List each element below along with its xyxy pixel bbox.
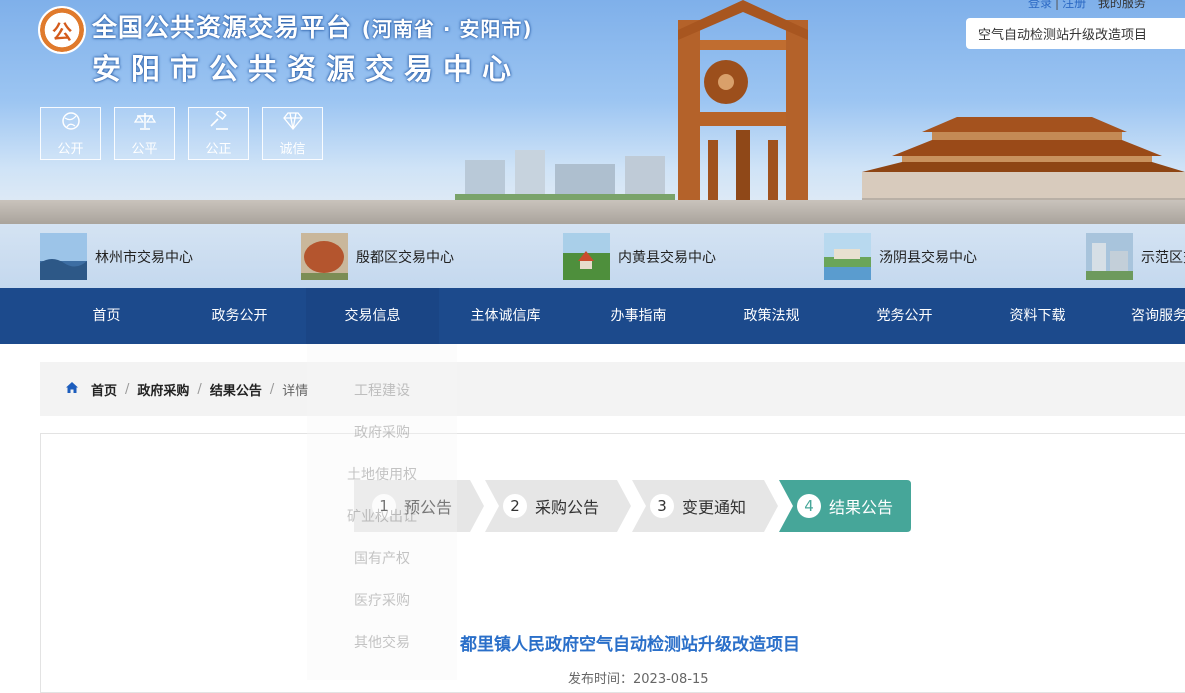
nav-consulting[interactable]: 咨询服务 xyxy=(1104,288,1185,344)
badge-just: 公正 xyxy=(188,107,249,160)
center-title: 安阳市公共资源交易中心 xyxy=(92,52,522,86)
logo-glyph: 公 xyxy=(52,19,72,44)
login-link[interactable]: 登录 xyxy=(1028,0,1052,10)
center-link-tangyin[interactable]: 汤阴县交易中心 xyxy=(824,233,977,280)
center-name: 殷都区交易中心 xyxy=(356,249,454,266)
badge-label: 公平 xyxy=(131,141,158,157)
badge-open: 公开 xyxy=(40,107,101,160)
platform-title-region: (河南省 · 安阳市) xyxy=(361,17,533,41)
center-thumbnail xyxy=(563,233,610,280)
globe-icon xyxy=(61,111,81,136)
center-link-linzhou[interactable]: 林州市交易中心 xyxy=(40,233,193,280)
trade-info-dropdown: 工程建设 政府采购 土地使用权 矿业权出让 国有产权 医疗采购 其他交易 xyxy=(307,344,457,680)
badge-fair: 公平 xyxy=(114,107,175,160)
nav-credit-database[interactable]: 主体诚信库 xyxy=(439,288,572,344)
step-label: 采购公告 xyxy=(535,498,600,517)
breadcrumb-separator: / xyxy=(197,381,202,397)
center-name: 林州市交易中心 xyxy=(95,249,193,266)
badge-label: 诚信 xyxy=(279,141,306,157)
register-link[interactable]: 注册 xyxy=(1062,0,1086,10)
nav-party-affairs[interactable]: 党务公开 xyxy=(838,288,971,344)
step-change-notice[interactable]: 3 变更通知 xyxy=(632,480,778,532)
badge-label: 公正 xyxy=(205,141,232,157)
exhibition-hall-image xyxy=(862,112,1185,212)
dropdown-item-land-rights[interactable]: 土地使用权 xyxy=(307,464,457,484)
platform-logo[interactable]: 公 xyxy=(38,6,86,54)
dropdown-item-other[interactable]: 其他交易 xyxy=(307,632,457,652)
login-separator: | xyxy=(1055,0,1060,10)
breadcrumb-result[interactable]: 结果公告 xyxy=(210,380,262,399)
dropdown-item-medical-procurement[interactable]: 医疗采购 xyxy=(307,590,457,610)
gavel-icon xyxy=(208,108,230,136)
main-nav: 首页 政务公开 交易信息 主体诚信库 办事指南 政策法规 党务公开 资料下载 咨… xyxy=(0,288,1185,344)
sub-centers-bar: 林州市交易中心 殷都区交易中心 内黄县交易中心 汤阴县交易中心 示范区交易中心 xyxy=(0,224,1185,288)
breadcrumb-home[interactable]: 首页 xyxy=(91,380,117,399)
monument-tower-image xyxy=(678,0,808,215)
center-link-yindu[interactable]: 殷都区交易中心 xyxy=(301,233,454,280)
diamond-icon xyxy=(282,111,304,136)
dropdown-item-mining-rights[interactable]: 矿业权出让 xyxy=(307,506,457,526)
center-name: 汤阴县交易中心 xyxy=(879,249,977,266)
center-thumbnail xyxy=(301,233,348,280)
header-banner: 公 全国公共资源交易平台 (河南省 · 安阳市) 安阳市公共资源交易中心 公开 … xyxy=(0,0,1185,224)
center-link-shifan[interactable]: 示范区交易中心 xyxy=(1086,233,1185,280)
value-badges: 公开 公平 公正 诚信 xyxy=(40,107,323,160)
home-icon[interactable] xyxy=(65,381,79,398)
breadcrumb-procurement[interactable]: 政府采购 xyxy=(137,380,189,399)
center-thumbnail xyxy=(1086,233,1133,280)
plaza-ground xyxy=(0,200,1185,224)
my-service-link[interactable]: 我的服务 xyxy=(1098,0,1146,10)
center-thumbnail xyxy=(824,233,871,280)
breadcrumb-separator: / xyxy=(269,381,275,397)
platform-title: 全国公共资源交易平台 (河南省 · 安阳市) xyxy=(92,8,533,44)
article-date: 发布时间：2023-08-15 xyxy=(568,668,709,687)
nav-downloads[interactable]: 资料下载 xyxy=(971,288,1104,344)
center-thumbnail xyxy=(40,233,87,280)
step-label: 变更通知 xyxy=(682,498,747,517)
nav-home[interactable]: 首页 xyxy=(40,288,173,344)
dropdown-item-state-property[interactable]: 国有产权 xyxy=(307,548,457,568)
center-name: 示范区交易中心 xyxy=(1141,249,1185,266)
step-number: 4 xyxy=(797,494,821,518)
search-input[interactable] xyxy=(976,25,1180,42)
platform-title-main: 全国公共资源交易平台 xyxy=(92,13,353,42)
badge-label: 公开 xyxy=(57,141,84,157)
step-result-announcement[interactable]: 4 结果公告 xyxy=(779,480,911,532)
search-box[interactable] xyxy=(966,18,1185,49)
center-link-neihuang[interactable]: 内黄县交易中心 xyxy=(563,233,716,280)
badge-integrity: 诚信 xyxy=(262,107,323,160)
breadcrumb: 首页 / 政府采购 / 结果公告 / 详情 xyxy=(40,362,1185,416)
login-links: 登录 | 注册 我的服务 xyxy=(1028,0,1146,11)
breadcrumb-current: 详情 xyxy=(282,383,309,399)
dropdown-item-procurement[interactable]: 政府采购 xyxy=(307,422,457,442)
article-title: 都里镇人民政府空气自动检测站升级改造项目 xyxy=(460,635,800,655)
scale-icon xyxy=(133,111,156,136)
step-number: 2 xyxy=(503,494,527,518)
nav-service-guide[interactable]: 办事指南 xyxy=(572,288,705,344)
nav-policies[interactable]: 政策法规 xyxy=(705,288,838,344)
breadcrumb-separator: / xyxy=(125,381,130,397)
step-procurement-announcement[interactable]: 2 采购公告 xyxy=(485,480,631,532)
center-name: 内黄县交易中心 xyxy=(618,249,716,266)
nav-trade-info[interactable]: 交易信息 xyxy=(306,288,439,344)
nav-government-affairs[interactable]: 政务公开 xyxy=(173,288,306,344)
step-label: 结果公告 xyxy=(829,498,894,517)
dropdown-item-engineering[interactable]: 工程建设 xyxy=(307,380,457,400)
step-number: 3 xyxy=(650,494,674,518)
